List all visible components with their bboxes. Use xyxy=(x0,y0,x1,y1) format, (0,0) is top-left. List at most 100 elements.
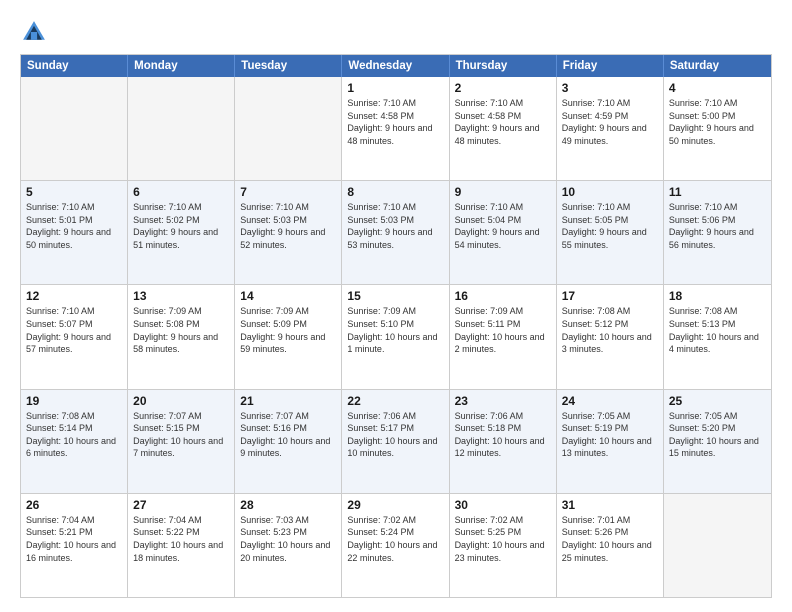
calendar-cell-29: 29 Sunrise: 7:02 AM Sunset: 5:24 PM Dayli… xyxy=(342,494,449,597)
day-number: 2 xyxy=(455,81,551,95)
day-info: Sunrise: 7:05 AM Sunset: 5:20 PM Dayligh… xyxy=(669,410,766,460)
header-day-wednesday: Wednesday xyxy=(342,55,449,77)
day-number: 3 xyxy=(562,81,658,95)
day-number: 7 xyxy=(240,185,336,199)
day-info: Sunrise: 7:10 AM Sunset: 4:58 PM Dayligh… xyxy=(347,97,443,147)
day-number: 1 xyxy=(347,81,443,95)
calendar-cell-4: 4 Sunrise: 7:10 AM Sunset: 5:00 PM Daylig… xyxy=(664,77,771,180)
day-number: 15 xyxy=(347,289,443,303)
day-number: 23 xyxy=(455,394,551,408)
header xyxy=(20,18,772,46)
day-info: Sunrise: 7:05 AM Sunset: 5:19 PM Dayligh… xyxy=(562,410,658,460)
day-number: 19 xyxy=(26,394,122,408)
day-number: 6 xyxy=(133,185,229,199)
calendar-cell-2: 2Sunrise: 7:10 AM Sunset: 4:58 PM Daylig… xyxy=(450,77,557,180)
calendar-cell-3: 3 Sunrise: 7:10 AM Sunset: 4:59 PM Daylig… xyxy=(557,77,664,180)
day-info: Sunrise: 7:06 AM Sunset: 5:18 PM Dayligh… xyxy=(455,410,551,460)
calendar-cell-12: 12Sunrise: 7:10 AM Sunset: 5:07 PM Dayli… xyxy=(21,285,128,388)
day-number: 11 xyxy=(669,185,766,199)
calendar-cell-5: 5Sunrise: 7:10 AM Sunset: 5:01 PM Daylig… xyxy=(21,181,128,284)
calendar-row: 1 Sunrise: 7:10 AM Sunset: 4:58 PM Daylig… xyxy=(21,77,771,180)
day-info: Sunrise: 7:10 AM Sunset: 4:59 PM Dayligh… xyxy=(562,97,658,147)
day-number: 14 xyxy=(240,289,336,303)
day-number: 27 xyxy=(133,498,229,512)
header-day-sunday: Sunday xyxy=(21,55,128,77)
calendar-row: 5Sunrise: 7:10 AM Sunset: 5:01 PM Daylig… xyxy=(21,180,771,284)
calendar-cell-18: 18 Sunrise: 7:08 AM Sunset: 5:13 PM Dayli… xyxy=(664,285,771,388)
day-info: Sunrise: 7:08 AM Sunset: 5:14 PM Dayligh… xyxy=(26,410,122,460)
day-number: 16 xyxy=(455,289,551,303)
calendar-cell-27: 27Sunrise: 7:04 AM Sunset: 5:22 PM Dayli… xyxy=(128,494,235,597)
day-number: 29 xyxy=(347,498,443,512)
calendar-cell-empty xyxy=(128,77,235,180)
calendar-cell-22: 22Sunrise: 7:06 AM Sunset: 5:17 PM Dayli… xyxy=(342,390,449,493)
day-info: Sunrise: 7:10 AM Sunset: 5:02 PM Dayligh… xyxy=(133,201,229,251)
day-info: Sunrise: 7:08 AM Sunset: 5:13 PM Dayligh… xyxy=(669,305,766,355)
calendar-cell-14: 14 Sunrise: 7:09 AM Sunset: 5:09 PM Dayli… xyxy=(235,285,342,388)
calendar-cell-20: 20Sunrise: 7:07 AM Sunset: 5:15 PM Dayli… xyxy=(128,390,235,493)
calendar-cell-empty xyxy=(664,494,771,597)
header-day-saturday: Saturday xyxy=(664,55,771,77)
calendar-row: 26Sunrise: 7:04 AM Sunset: 5:21 PM Dayli… xyxy=(21,493,771,597)
day-info: Sunrise: 7:02 AM Sunset: 5:25 PM Dayligh… xyxy=(455,514,551,564)
calendar-cell-empty xyxy=(21,77,128,180)
day-info: Sunrise: 7:10 AM Sunset: 5:03 PM Dayligh… xyxy=(240,201,336,251)
day-info: Sunrise: 7:07 AM Sunset: 5:15 PM Dayligh… xyxy=(133,410,229,460)
calendar-cell-16: 16 Sunrise: 7:09 AM Sunset: 5:11 PM Dayli… xyxy=(450,285,557,388)
header-day-monday: Monday xyxy=(128,55,235,77)
day-info: Sunrise: 7:08 AM Sunset: 5:12 PM Dayligh… xyxy=(562,305,658,355)
calendar-cell-7: 7 Sunrise: 7:10 AM Sunset: 5:03 PM Daylig… xyxy=(235,181,342,284)
day-info: Sunrise: 7:10 AM Sunset: 5:05 PM Dayligh… xyxy=(562,201,658,251)
logo-icon xyxy=(20,18,48,46)
day-number: 31 xyxy=(562,498,658,512)
calendar-cell-21: 21 Sunrise: 7:07 AM Sunset: 5:16 PM Dayli… xyxy=(235,390,342,493)
day-info: Sunrise: 7:07 AM Sunset: 5:16 PM Dayligh… xyxy=(240,410,336,460)
day-number: 4 xyxy=(669,81,766,95)
day-number: 18 xyxy=(669,289,766,303)
day-info: Sunrise: 7:03 AM Sunset: 5:23 PM Dayligh… xyxy=(240,514,336,564)
calendar-cell-9: 9Sunrise: 7:10 AM Sunset: 5:04 PM Daylig… xyxy=(450,181,557,284)
calendar-row: 19 Sunrise: 7:08 AM Sunset: 5:14 PM Dayli… xyxy=(21,389,771,493)
calendar-header: SundayMondayTuesdayWednesdayThursdayFrid… xyxy=(21,55,771,77)
day-info: Sunrise: 7:10 AM Sunset: 5:03 PM Dayligh… xyxy=(347,201,443,251)
day-number: 13 xyxy=(133,289,229,303)
calendar-cell-10: 10 Sunrise: 7:10 AM Sunset: 5:05 PM Dayli… xyxy=(557,181,664,284)
day-number: 17 xyxy=(562,289,658,303)
calendar-cell-24: 24 Sunrise: 7:05 AM Sunset: 5:19 PM Dayli… xyxy=(557,390,664,493)
day-info: Sunrise: 7:02 AM Sunset: 5:24 PM Dayligh… xyxy=(347,514,443,564)
header-day-friday: Friday xyxy=(557,55,664,77)
day-number: 12 xyxy=(26,289,122,303)
logo xyxy=(20,18,52,46)
day-info: Sunrise: 7:09 AM Sunset: 5:10 PM Dayligh… xyxy=(347,305,443,355)
day-number: 24 xyxy=(562,394,658,408)
calendar-cell-6: 6 Sunrise: 7:10 AM Sunset: 5:02 PM Daylig… xyxy=(128,181,235,284)
day-info: Sunrise: 7:10 AM Sunset: 5:06 PM Dayligh… xyxy=(669,201,766,251)
calendar-cell-19: 19 Sunrise: 7:08 AM Sunset: 5:14 PM Dayli… xyxy=(21,390,128,493)
day-number: 22 xyxy=(347,394,443,408)
header-day-tuesday: Tuesday xyxy=(235,55,342,77)
day-number: 30 xyxy=(455,498,551,512)
calendar-cell-1: 1 Sunrise: 7:10 AM Sunset: 4:58 PM Daylig… xyxy=(342,77,449,180)
calendar-cell-11: 11 Sunrise: 7:10 AM Sunset: 5:06 PM Dayli… xyxy=(664,181,771,284)
day-info: Sunrise: 7:01 AM Sunset: 5:26 PM Dayligh… xyxy=(562,514,658,564)
calendar-cell-30: 30 Sunrise: 7:02 AM Sunset: 5:25 PM Dayli… xyxy=(450,494,557,597)
day-number: 10 xyxy=(562,185,658,199)
day-info: Sunrise: 7:09 AM Sunset: 5:11 PM Dayligh… xyxy=(455,305,551,355)
day-info: Sunrise: 7:09 AM Sunset: 5:08 PM Dayligh… xyxy=(133,305,229,355)
day-number: 9 xyxy=(455,185,551,199)
day-number: 8 xyxy=(347,185,443,199)
day-number: 21 xyxy=(240,394,336,408)
day-info: Sunrise: 7:04 AM Sunset: 5:21 PM Dayligh… xyxy=(26,514,122,564)
calendar-body: 1 Sunrise: 7:10 AM Sunset: 4:58 PM Daylig… xyxy=(21,77,771,597)
page: SundayMondayTuesdayWednesdayThursdayFrid… xyxy=(0,0,792,612)
calendar-cell-23: 23 Sunrise: 7:06 AM Sunset: 5:18 PM Dayli… xyxy=(450,390,557,493)
day-info: Sunrise: 7:10 AM Sunset: 5:00 PM Dayligh… xyxy=(669,97,766,147)
header-day-thursday: Thursday xyxy=(450,55,557,77)
day-number: 25 xyxy=(669,394,766,408)
calendar-cell-8: 8 Sunrise: 7:10 AM Sunset: 5:03 PM Daylig… xyxy=(342,181,449,284)
calendar-cell-empty xyxy=(235,77,342,180)
calendar-cell-13: 13 Sunrise: 7:09 AM Sunset: 5:08 PM Dayli… xyxy=(128,285,235,388)
day-info: Sunrise: 7:09 AM Sunset: 5:09 PM Dayligh… xyxy=(240,305,336,355)
calendar-cell-28: 28Sunrise: 7:03 AM Sunset: 5:23 PM Dayli… xyxy=(235,494,342,597)
calendar-row: 12Sunrise: 7:10 AM Sunset: 5:07 PM Dayli… xyxy=(21,284,771,388)
